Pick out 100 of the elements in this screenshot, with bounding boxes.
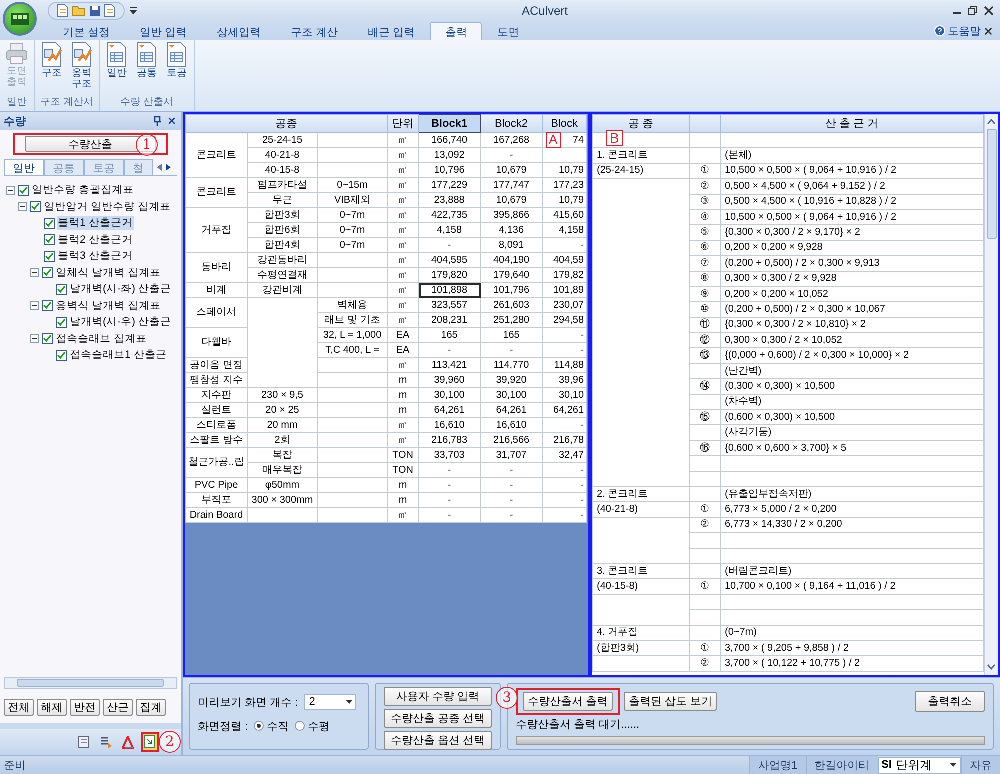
- table-cell[interactable]: -: [418, 462, 481, 478]
- panel-button[interactable]: 산근: [103, 699, 133, 716]
- collapse-toggle-icon[interactable]: [18, 202, 27, 212]
- checkbox[interactable]: [44, 250, 55, 262]
- scroll-left-icon[interactable]: [156, 162, 163, 172]
- table-cell[interactable]: 10,796: [418, 162, 481, 178]
- table-cell[interactable]: 33,703: [418, 448, 481, 462]
- save-icon[interactable]: [89, 5, 101, 17]
- checkbox[interactable]: [18, 184, 29, 196]
- table-cell[interactable]: 422,735: [418, 208, 481, 222]
- table-cell[interactable]: 4,158: [418, 222, 481, 238]
- ribbon-tab[interactable]: 상세입력: [202, 22, 276, 40]
- checkbox[interactable]: [56, 284, 67, 295]
- column-header[interactable]: 공 종: [592, 114, 690, 132]
- dropdown-caret-icon[interactable]: [346, 700, 354, 704]
- column-header[interactable]: Block: [542, 114, 587, 132]
- ribbon-tab[interactable]: 출력: [430, 22, 482, 40]
- table-cell[interactable]: 179,820: [418, 268, 481, 282]
- checkbox[interactable]: [42, 300, 53, 312]
- close-icon[interactable]: [167, 116, 177, 126]
- table-cell[interactable]: -: [418, 508, 481, 522]
- checkbox[interactable]: [56, 350, 67, 361]
- column-header[interactable]: 공종: [186, 114, 388, 132]
- horizontal-scrollbar[interactable]: [4, 677, 177, 689]
- table-cell[interactable]: 16,610: [418, 418, 481, 432]
- ribbon-tab[interactable]: 기본 설정: [48, 22, 126, 40]
- table-cell[interactable]: 30,100: [418, 388, 481, 402]
- ribbon-button[interactable]: 토공: [163, 42, 191, 94]
- panel-button[interactable]: 해제: [37, 699, 67, 716]
- table-cell[interactable]: -: [418, 492, 481, 508]
- tree-item[interactable]: 날개벽(시·좌) 산출근: [69, 282, 172, 296]
- tree-item[interactable]: 접속슬래브1 산출근: [69, 348, 168, 362]
- column-header[interactable]: 산 출 근 거: [720, 114, 984, 132]
- edit-document-icon[interactable]: [104, 4, 116, 18]
- radio-option[interactable]: 수직: [254, 718, 290, 734]
- checkbox[interactable]: [56, 316, 67, 328]
- option-button[interactable]: 사용자 수량 입력: [384, 687, 492, 706]
- collapse-toggle-icon[interactable]: [6, 186, 15, 195]
- table-cell[interactable]: 13,092: [418, 148, 481, 162]
- table-cell[interactable]: 177,229: [418, 178, 481, 192]
- checkbox[interactable]: [42, 267, 53, 278]
- tree-item[interactable]: 블럭1 산출근거: [57, 216, 134, 230]
- unit-select[interactable]: SI 단위계: [878, 756, 961, 774]
- ribbon-tab[interactable]: 배근 입력: [353, 22, 430, 40]
- help-link[interactable]: 도움말: [948, 24, 981, 38]
- scroll-right-icon[interactable]: [165, 162, 172, 172]
- table-cell[interactable]: 216,783: [418, 432, 481, 448]
- tree-item[interactable]: 옹벽식 날개벽 집계표: [55, 298, 162, 313]
- table-cell[interactable]: 23,888: [418, 192, 481, 208]
- dropdown-caret-icon[interactable]: [950, 762, 957, 768]
- table-cell[interactable]: 323,557: [418, 298, 481, 312]
- table-cell[interactable]: 101,898: [418, 282, 481, 298]
- print-button[interactable]: 수량산출서 출력: [523, 692, 614, 711]
- pin-icon[interactable]: [153, 116, 162, 126]
- table-cell[interactable]: 39,960: [418, 372, 481, 388]
- panel-button[interactable]: 집계: [136, 699, 166, 716]
- panel-tab[interactable]: 일반: [4, 159, 44, 175]
- checkbox[interactable]: [42, 333, 53, 344]
- column-header[interactable]: Block1: [418, 114, 481, 132]
- ribbon-button[interactable]: 구조: [38, 42, 66, 94]
- tree-item[interactable]: 블럭2 산출근거: [57, 232, 134, 247]
- table-cell[interactable]: 165: [418, 328, 481, 342]
- count-select[interactable]: 2: [304, 694, 356, 710]
- tree-item[interactable]: 일반암거 일반수량 집계표: [43, 200, 172, 214]
- vertical-scrollbar[interactable]: [984, 114, 998, 675]
- view-button[interactable]: 출력된 삽도 보기: [624, 692, 718, 711]
- collapse-toggle-icon[interactable]: [30, 334, 39, 344]
- dropdown-caret-icon[interactable]: [129, 6, 138, 16]
- table-cell[interactable]: 404,595: [418, 252, 481, 268]
- column-header[interactable]: 단위: [388, 114, 419, 132]
- table-cell[interactable]: 113,421: [418, 358, 481, 372]
- triangle-icon[interactable]: [122, 736, 134, 748]
- restore-icon[interactable]: [968, 6, 978, 16]
- sheet-export-icon[interactable]: [144, 735, 156, 749]
- checkbox[interactable]: [44, 218, 55, 229]
- checkbox[interactable]: [30, 201, 41, 212]
- ribbon-button[interactable]: 공통: [133, 42, 161, 94]
- panel-button[interactable]: 반전: [70, 699, 100, 716]
- checkbox[interactable]: [44, 234, 55, 246]
- collapse-toggle-icon[interactable]: [30, 301, 39, 310]
- table-cell[interactable]: 166,740: [418, 132, 481, 148]
- tree-item[interactable]: 일체식 날개벽 집계표: [55, 266, 162, 280]
- tree-item[interactable]: 접속슬래브 집계표: [55, 332, 148, 346]
- option-button[interactable]: 수량산출 옵션 선택: [384, 731, 492, 750]
- tree-item[interactable]: 날개벽(시·우) 산출근: [69, 315, 172, 330]
- ribbon-button[interactable]: 일반: [103, 42, 131, 94]
- table-cell[interactable]: -: [418, 238, 481, 252]
- panel-button[interactable]: 전체: [4, 699, 34, 716]
- close-icon[interactable]: [984, 6, 994, 16]
- table-cell[interactable]: -: [418, 342, 481, 358]
- cancel-button[interactable]: 출력취소: [915, 691, 985, 712]
- help-icon[interactable]: [934, 25, 946, 37]
- scroll-up-icon[interactable]: [987, 118, 996, 127]
- ribbon-tab[interactable]: 일반 입력: [125, 22, 202, 40]
- list-arrow-icon[interactable]: [100, 736, 112, 748]
- option-button[interactable]: 수량산출 공종 선택: [384, 709, 492, 728]
- ribbon-button[interactable]: 옹벽 구조: [68, 42, 96, 94]
- scroll-down-icon[interactable]: [987, 662, 996, 671]
- column-header[interactable]: Block2: [480, 114, 543, 132]
- ribbon-tab[interactable]: 구조 계산: [276, 22, 354, 40]
